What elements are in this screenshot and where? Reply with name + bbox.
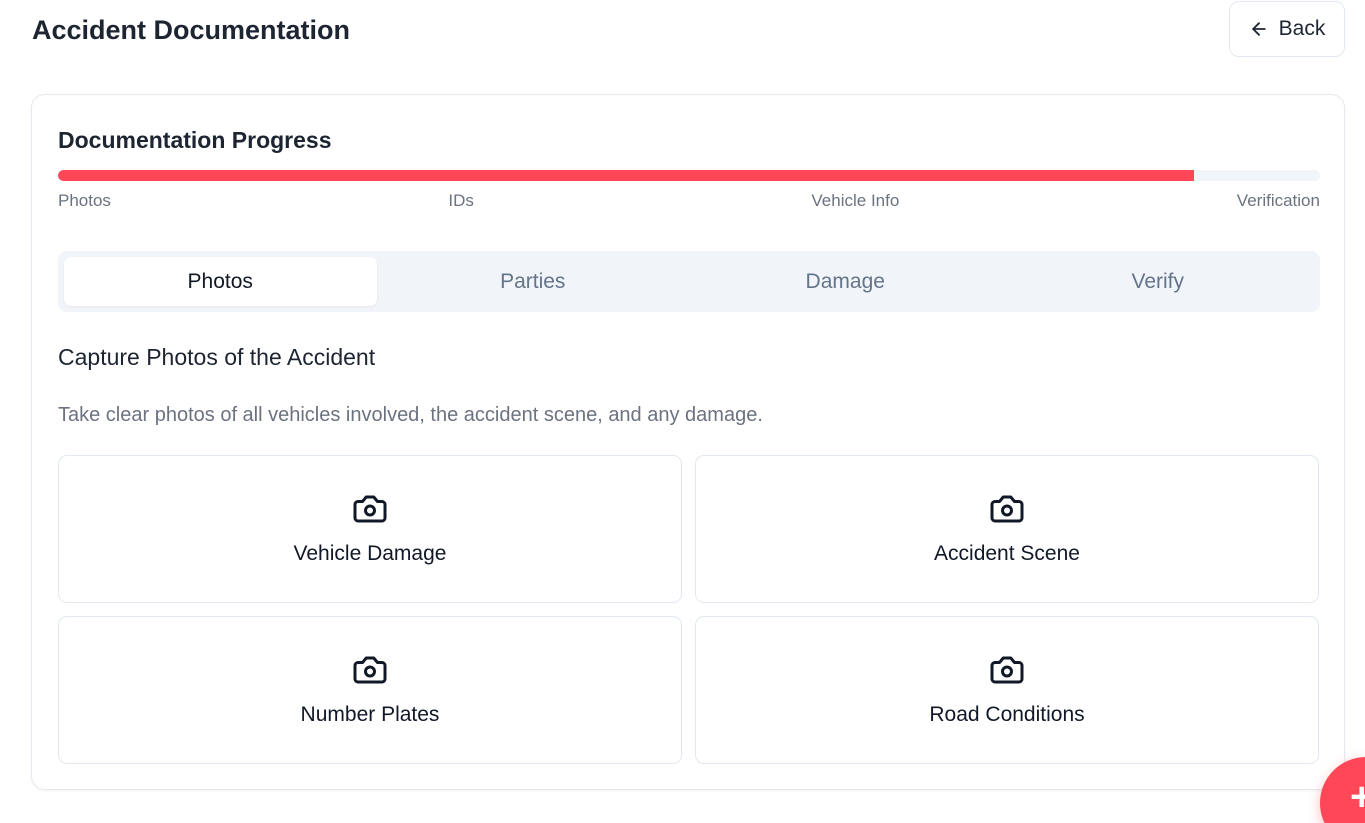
progress-step-verification: Verification (1236, 191, 1320, 210)
page: Accident Documentation Back Documentatio… (0, 0, 1365, 823)
photo-tile-label: Accident Scene (934, 542, 1080, 565)
progress-bar (58, 170, 1320, 181)
photo-tile-number-plates[interactable]: Number Plates (58, 616, 682, 764)
documentation-card: Documentation Progress Photos IDs Vehicl… (31, 94, 1345, 790)
photo-grid: Vehicle Damage Accident Scene Number Pla… (58, 455, 1320, 764)
tab-damage[interactable]: Damage (689, 257, 1002, 306)
progress-step-vehicle-info: Vehicle Info (811, 191, 900, 210)
progress-step-photos: Photos (58, 191, 111, 210)
progress-fill (58, 170, 1194, 181)
photo-tile-label: Vehicle Damage (293, 542, 447, 565)
section-title: Capture Photos of the Accident (58, 344, 376, 370)
progress-step-ids: IDs (448, 191, 474, 210)
progress-step-labels: Photos IDs Vehicle Info Verification (58, 190, 1320, 212)
back-button-label: Back (1278, 17, 1326, 40)
photo-tile-accident-scene[interactable]: Accident Scene (695, 455, 1319, 603)
photo-tile-label: Number Plates (300, 703, 440, 726)
camera-icon (990, 495, 1024, 523)
camera-icon (990, 656, 1024, 684)
tab-bar: Photos Parties Damage Verify (58, 251, 1320, 312)
tab-parties[interactable]: Parties (377, 257, 690, 306)
progress-title: Documentation Progress (58, 127, 332, 153)
page-title: Accident Documentation (32, 15, 351, 45)
photo-tile-road-conditions[interactable]: Road Conditions (695, 616, 1319, 764)
camera-icon (353, 656, 387, 684)
photo-tile-label: Road Conditions (929, 703, 1085, 726)
back-button[interactable]: Back (1229, 1, 1345, 57)
photo-tile-vehicle-damage[interactable]: Vehicle Damage (58, 455, 682, 603)
plus-icon: + (1350, 775, 1365, 819)
arrow-left-icon (1251, 22, 1266, 36)
section-description: Take clear photos of all vehicles involv… (58, 404, 763, 426)
tab-verify[interactable]: Verify (1002, 257, 1315, 306)
tab-photos[interactable]: Photos (64, 257, 377, 306)
camera-icon (353, 495, 387, 523)
